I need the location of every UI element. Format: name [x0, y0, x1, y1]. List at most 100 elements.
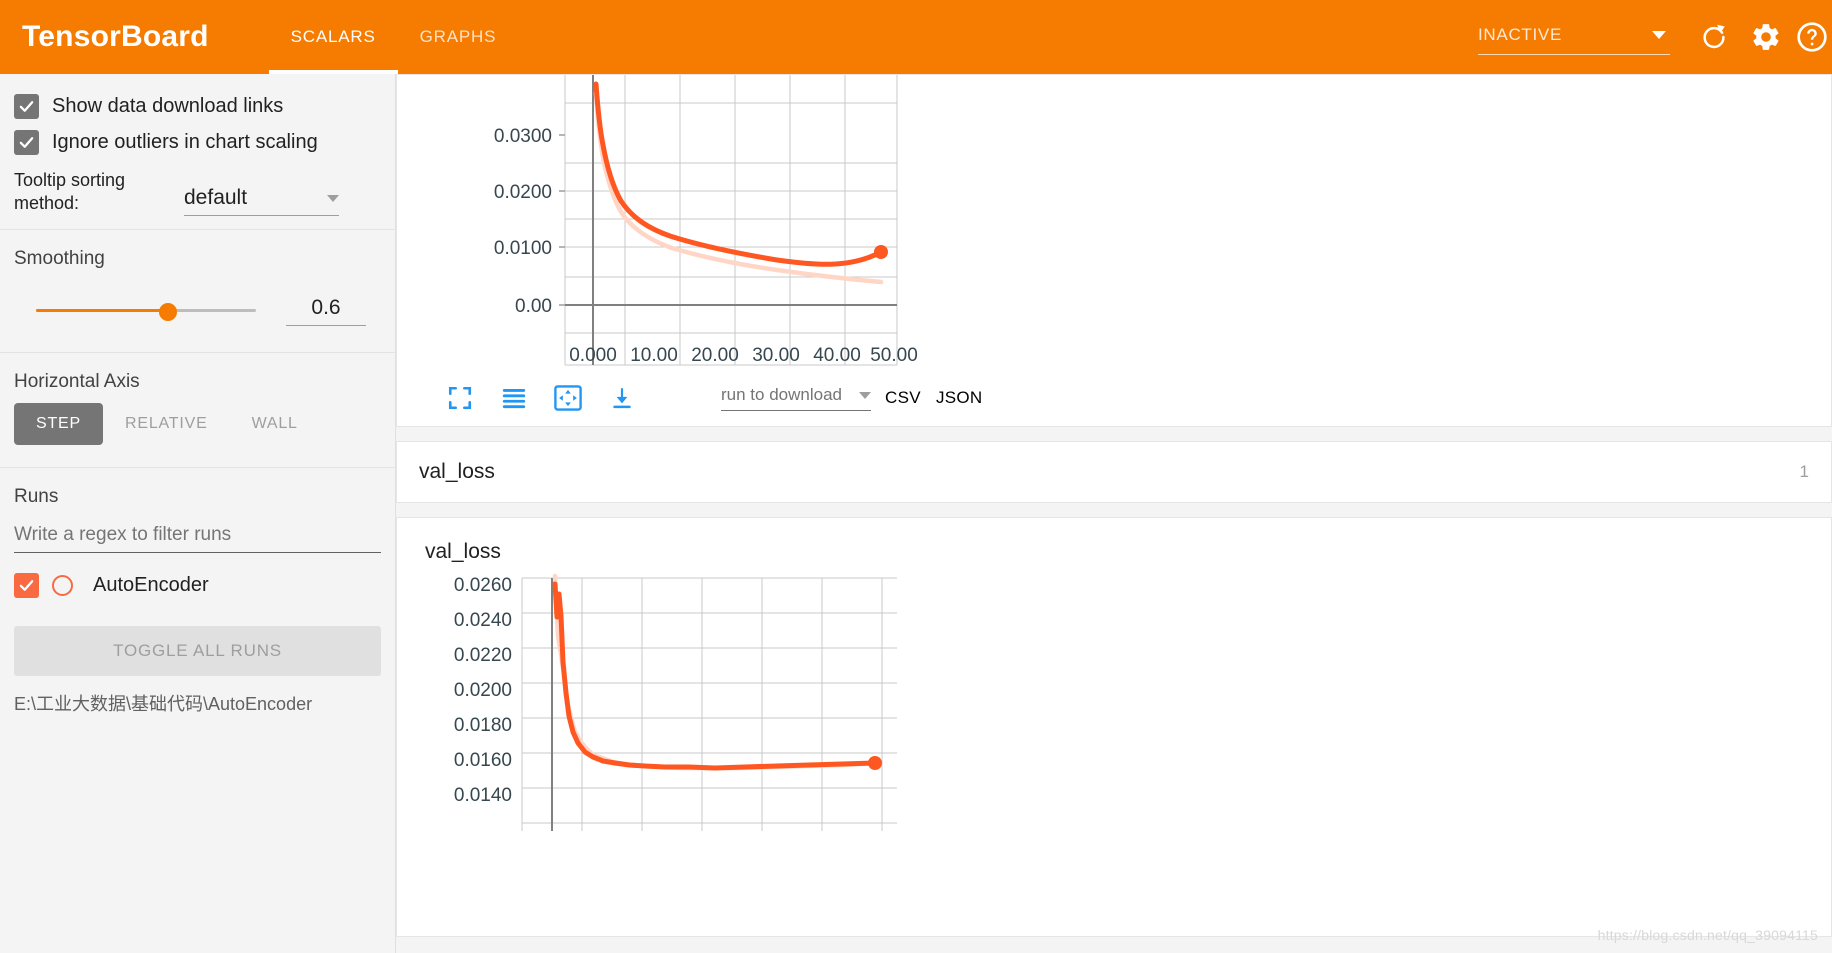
select-underline: [1478, 53, 1670, 55]
horizontal-axis-label: Horizontal Axis: [14, 371, 140, 393]
tab-graphs[interactable]: GRAPHS: [398, 0, 519, 74]
chevron-down-icon: [859, 391, 871, 399]
axis-option-wall[interactable]: WALL: [230, 403, 320, 445]
runs-label: Runs: [14, 486, 59, 508]
section-count: 1: [1799, 462, 1809, 481]
checkbox-show-download-links[interactable]: [14, 94, 39, 119]
fit-to-screen-button[interactable]: [433, 377, 487, 419]
series-endpoint-dot: [874, 245, 888, 259]
runs-section: Runs Write a regex to filter runs AutoEn…: [0, 468, 395, 730]
smoothing-label: Smoothing: [14, 248, 105, 270]
tooltip-sorting-value: default: [184, 186, 248, 210]
download-icon: [613, 388, 631, 409]
check-icon: [19, 580, 34, 591]
checkbox-ignore-outliers[interactable]: [14, 130, 39, 155]
page-body: Show data download links Ignore outliers…: [0, 74, 1832, 953]
download-format-links: CSV JSON: [885, 388, 983, 408]
axis-option-step[interactable]: STEP: [14, 403, 103, 446]
gear-icon: [1753, 24, 1779, 50]
toggle-all-runs-button[interactable]: TOGGLE ALL RUNS: [14, 626, 381, 677]
refresh-button[interactable]: [1688, 0, 1740, 74]
input-underline: [286, 325, 366, 327]
refresh-icon: [1703, 24, 1725, 49]
main-tabs: SCALARS GRAPHS: [268, 0, 519, 74]
pan-icon: [554, 385, 582, 411]
fit-to-screen-icon: [448, 386, 472, 410]
y-tick-0200: 0.0200: [454, 680, 512, 701]
tab-scalars[interactable]: SCALARS: [268, 0, 398, 74]
chart-card-val-loss: val_loss 0.0260 0.0240 0.0220 0.0200 0.0…: [396, 517, 1832, 937]
slider-fill: [36, 309, 168, 313]
run-color-circle-icon: [52, 575, 73, 597]
chart-val-loss[interactable]: val_loss 0.0260 0.0240 0.0220 0.0200 0.0…: [397, 536, 1831, 941]
grid-lines: [564, 75, 898, 366]
chart-val-loss-title: val_loss: [425, 540, 501, 563]
series-smoothed-line: [552, 581, 878, 771]
input-underline: [14, 551, 381, 554]
horizontal-axis-options: STEP RELATIVE WALL: [14, 403, 381, 446]
main-content: 0.0300 0.0200 0.0100 0.00 0.000 10.00 20…: [396, 74, 1832, 953]
chart-val-loss-svg: val_loss 0.0260 0.0240 0.0220 0.0200 0.0…: [425, 540, 897, 831]
download-button[interactable]: [595, 377, 649, 419]
y-tick-0300: 0.0300: [494, 126, 552, 147]
smoothing-value-field[interactable]: 0.6: [286, 296, 366, 327]
ignore-outliers-label: Ignore outliers in chart scaling: [52, 131, 318, 153]
y-tick-000: 0.00: [515, 296, 552, 317]
run-status-select[interactable]: INACTIVE: [1478, 25, 1670, 55]
section-name: val_loss: [419, 460, 495, 483]
x-tick-0: 0.000: [569, 345, 617, 366]
axis-option-relative[interactable]: RELATIVE: [103, 403, 230, 445]
slider-thumb[interactable]: [159, 303, 177, 322]
run-item-autoencoder[interactable]: AutoEncoder: [14, 573, 381, 599]
settings-button[interactable]: [1740, 0, 1792, 74]
settings-sidebar: Show data download links Ignore outliers…: [0, 74, 396, 953]
data-series-icon: [502, 389, 526, 409]
run-to-download-value: run to download: [721, 385, 842, 404]
section-header-val-loss[interactable]: val_loss 1: [396, 441, 1832, 503]
y-tick-0140: 0.0140: [454, 785, 512, 806]
chart-loss-toolbar: run to download CSV JSON: [397, 368, 983, 428]
smoothing-value: 0.6: [311, 296, 341, 320]
help-button[interactable]: [1792, 0, 1832, 74]
ignore-outliers-row[interactable]: Ignore outliers in chart scaling: [14, 130, 381, 155]
select-underline: [184, 215, 339, 217]
horizontal-axis-section: Horizontal Axis STEP RELATIVE WALL: [0, 353, 395, 469]
run-to-download-select[interactable]: run to download: [721, 385, 871, 411]
download-csv-link[interactable]: CSV: [885, 388, 921, 407]
show-download-links-row[interactable]: Show data download links: [14, 94, 381, 119]
x-tick-40: 40.00: [813, 345, 861, 366]
data-series-button[interactable]: [487, 377, 541, 419]
help-icon: [1797, 22, 1827, 52]
tab-graphs-label: GRAPHS: [419, 27, 497, 46]
y-tick-0100: 0.0100: [494, 238, 552, 259]
runs-filter-placeholder: Write a regex to filter runs: [14, 524, 232, 546]
select-underline: [721, 409, 871, 411]
checkbox-run-autoencoder[interactable]: [14, 573, 39, 599]
series-smoothed-line: [593, 81, 884, 267]
check-icon: [19, 101, 34, 112]
run-status-value: INACTIVE: [1478, 25, 1563, 44]
chevron-down-icon: [1652, 31, 1666, 39]
x-tick-20: 20.00: [691, 345, 739, 366]
chevron-down-icon: [327, 194, 339, 202]
run-name-label: AutoEncoder: [93, 574, 209, 597]
x-tick-50: 50.00: [870, 345, 918, 366]
download-json-link[interactable]: JSON: [936, 388, 983, 407]
tab-scalars-label: SCALARS: [290, 27, 376, 46]
smoothing-section: Smoothing 0.6: [0, 230, 395, 354]
runs-filter-input[interactable]: Write a regex to filter runs: [14, 524, 381, 554]
show-download-links-label: Show data download links: [52, 95, 284, 117]
tooltip-sorting-select[interactable]: default: [184, 186, 339, 217]
header-actions: INACTIVE: [1478, 0, 1832, 74]
logdir-path: E:\工业大数据\基础代码\AutoEncoder: [14, 694, 313, 715]
x-tick-30: 30.00: [752, 345, 800, 366]
tooltip-sorting-row: Tooltip sorting method: default: [14, 169, 381, 217]
x-tick-10: 10.00: [630, 345, 678, 366]
sidebar-options-section: Show data download links Ignore outliers…: [0, 74, 395, 231]
chart-card-loss: 0.0300 0.0200 0.0100 0.00 0.000 10.00 20…: [396, 74, 1832, 427]
smoothing-slider[interactable]: [36, 302, 256, 322]
pan-button[interactable]: [541, 377, 595, 419]
y-tick-0200: 0.0200: [494, 182, 552, 203]
y-tick-0260: 0.0260: [454, 575, 512, 596]
smoothing-controls: 0.6: [14, 296, 381, 327]
